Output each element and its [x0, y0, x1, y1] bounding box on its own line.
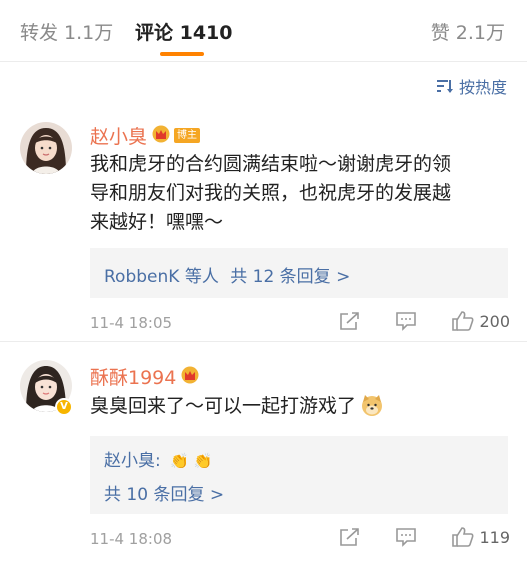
comment-text-line: 导和朋友们对我的关照，也祝虎牙的发展越 — [90, 182, 452, 204]
comment-author-row: 酥酥1994 — [90, 363, 200, 390]
reply-users[interactable]: RobbenK 等人 — [104, 267, 219, 287]
username[interactable]: 赵小臭 — [90, 122, 147, 149]
thumbs-up-icon — [452, 311, 474, 331]
doge-emoji-icon — [360, 393, 384, 426]
tab-repost[interactable]: 转发 1.1万 — [20, 18, 113, 45]
comment-time: 11-4 18:05 — [90, 314, 173, 332]
reply-count-link[interactable]: 共 10 条回复 > — [104, 485, 224, 505]
like-button[interactable]: 200 — [451, 310, 510, 332]
comment-tabs: 转发 1.1万 评论 1410 赞 2.1万 — [0, 0, 527, 62]
clap-emoji-icon: 👏 👏 — [170, 452, 213, 470]
like-count: 119 — [479, 527, 510, 547]
crown-icon — [151, 125, 171, 147]
tab-comments[interactable]: 评论 1410 — [135, 18, 233, 45]
avatar[interactable] — [20, 122, 72, 174]
reply-summary: 共 10 条回复 > — [104, 480, 224, 505]
comment-time: 11-4 18:08 — [90, 530, 173, 548]
like-count: 200 — [479, 311, 510, 331]
comment-text-line: 来越好！嘿嘿～ — [90, 211, 224, 233]
comment-actions: 200 — [305, 310, 510, 332]
reply-summary: RobbenK 等人 共 12 条回复 > — [104, 262, 350, 287]
comment-text: 臭臭回来了～可以一起打游戏了 — [90, 392, 510, 426]
reply-snippet: 赵小臭: 👏 👏 — [104, 446, 212, 471]
share-icon[interactable] — [339, 527, 361, 547]
sort-by-hot-button[interactable]: 按热度 — [436, 74, 507, 98]
active-tab-indicator — [160, 52, 204, 56]
share-icon[interactable] — [339, 311, 361, 331]
comment-text-content: 臭臭回来了～可以一起打游戏了 — [90, 395, 357, 417]
reply-count-link[interactable]: 共 12 条回复 > — [230, 267, 350, 287]
comment-text-line: 臭臭回来了～可以一起打游戏了 — [90, 392, 510, 426]
reply-icon[interactable] — [395, 527, 417, 547]
comment-item: V 酥酥1994 臭臭回来了～可以一起打游戏了 赵小臭: 👏 👏 共 10 条回… — [0, 350, 527, 566]
comment-actions: 119 — [305, 526, 510, 548]
verified-badge-icon: V — [55, 398, 73, 416]
reply-icon[interactable] — [395, 311, 417, 331]
comment-text-line: 我和虎牙的合约圆满结束啦～谢谢虎牙的领 — [90, 153, 452, 175]
sort-label: 按热度 — [458, 78, 507, 97]
reply-preview[interactable]: RobbenK 等人 共 12 条回复 > — [90, 248, 508, 298]
comment-text: 我和虎牙的合约圆满结束啦～谢谢虎牙的领 导和朋友们对我的关照，也祝虎牙的发展越 … — [90, 150, 510, 237]
comment-item: 赵小臭 博主 我和虎牙的合约圆满结束啦～谢谢虎牙的领 导和朋友们对我的关照，也祝… — [0, 110, 527, 342]
blogger-badge: 博主 — [174, 128, 201, 143]
comment-author-row: 赵小臭 博主 — [90, 122, 201, 149]
crown-icon — [180, 366, 200, 388]
reply-preview[interactable]: 赵小臭: 👏 👏 共 10 条回复 > — [90, 436, 508, 514]
username[interactable]: 酥酥1994 — [90, 363, 176, 390]
reply-username[interactable]: 赵小臭: — [104, 451, 161, 471]
thumbs-up-icon — [452, 527, 474, 547]
sort-icon — [436, 80, 453, 93]
like-button[interactable]: 119 — [451, 526, 510, 548]
tab-likes[interactable]: 赞 2.1万 — [431, 18, 505, 45]
